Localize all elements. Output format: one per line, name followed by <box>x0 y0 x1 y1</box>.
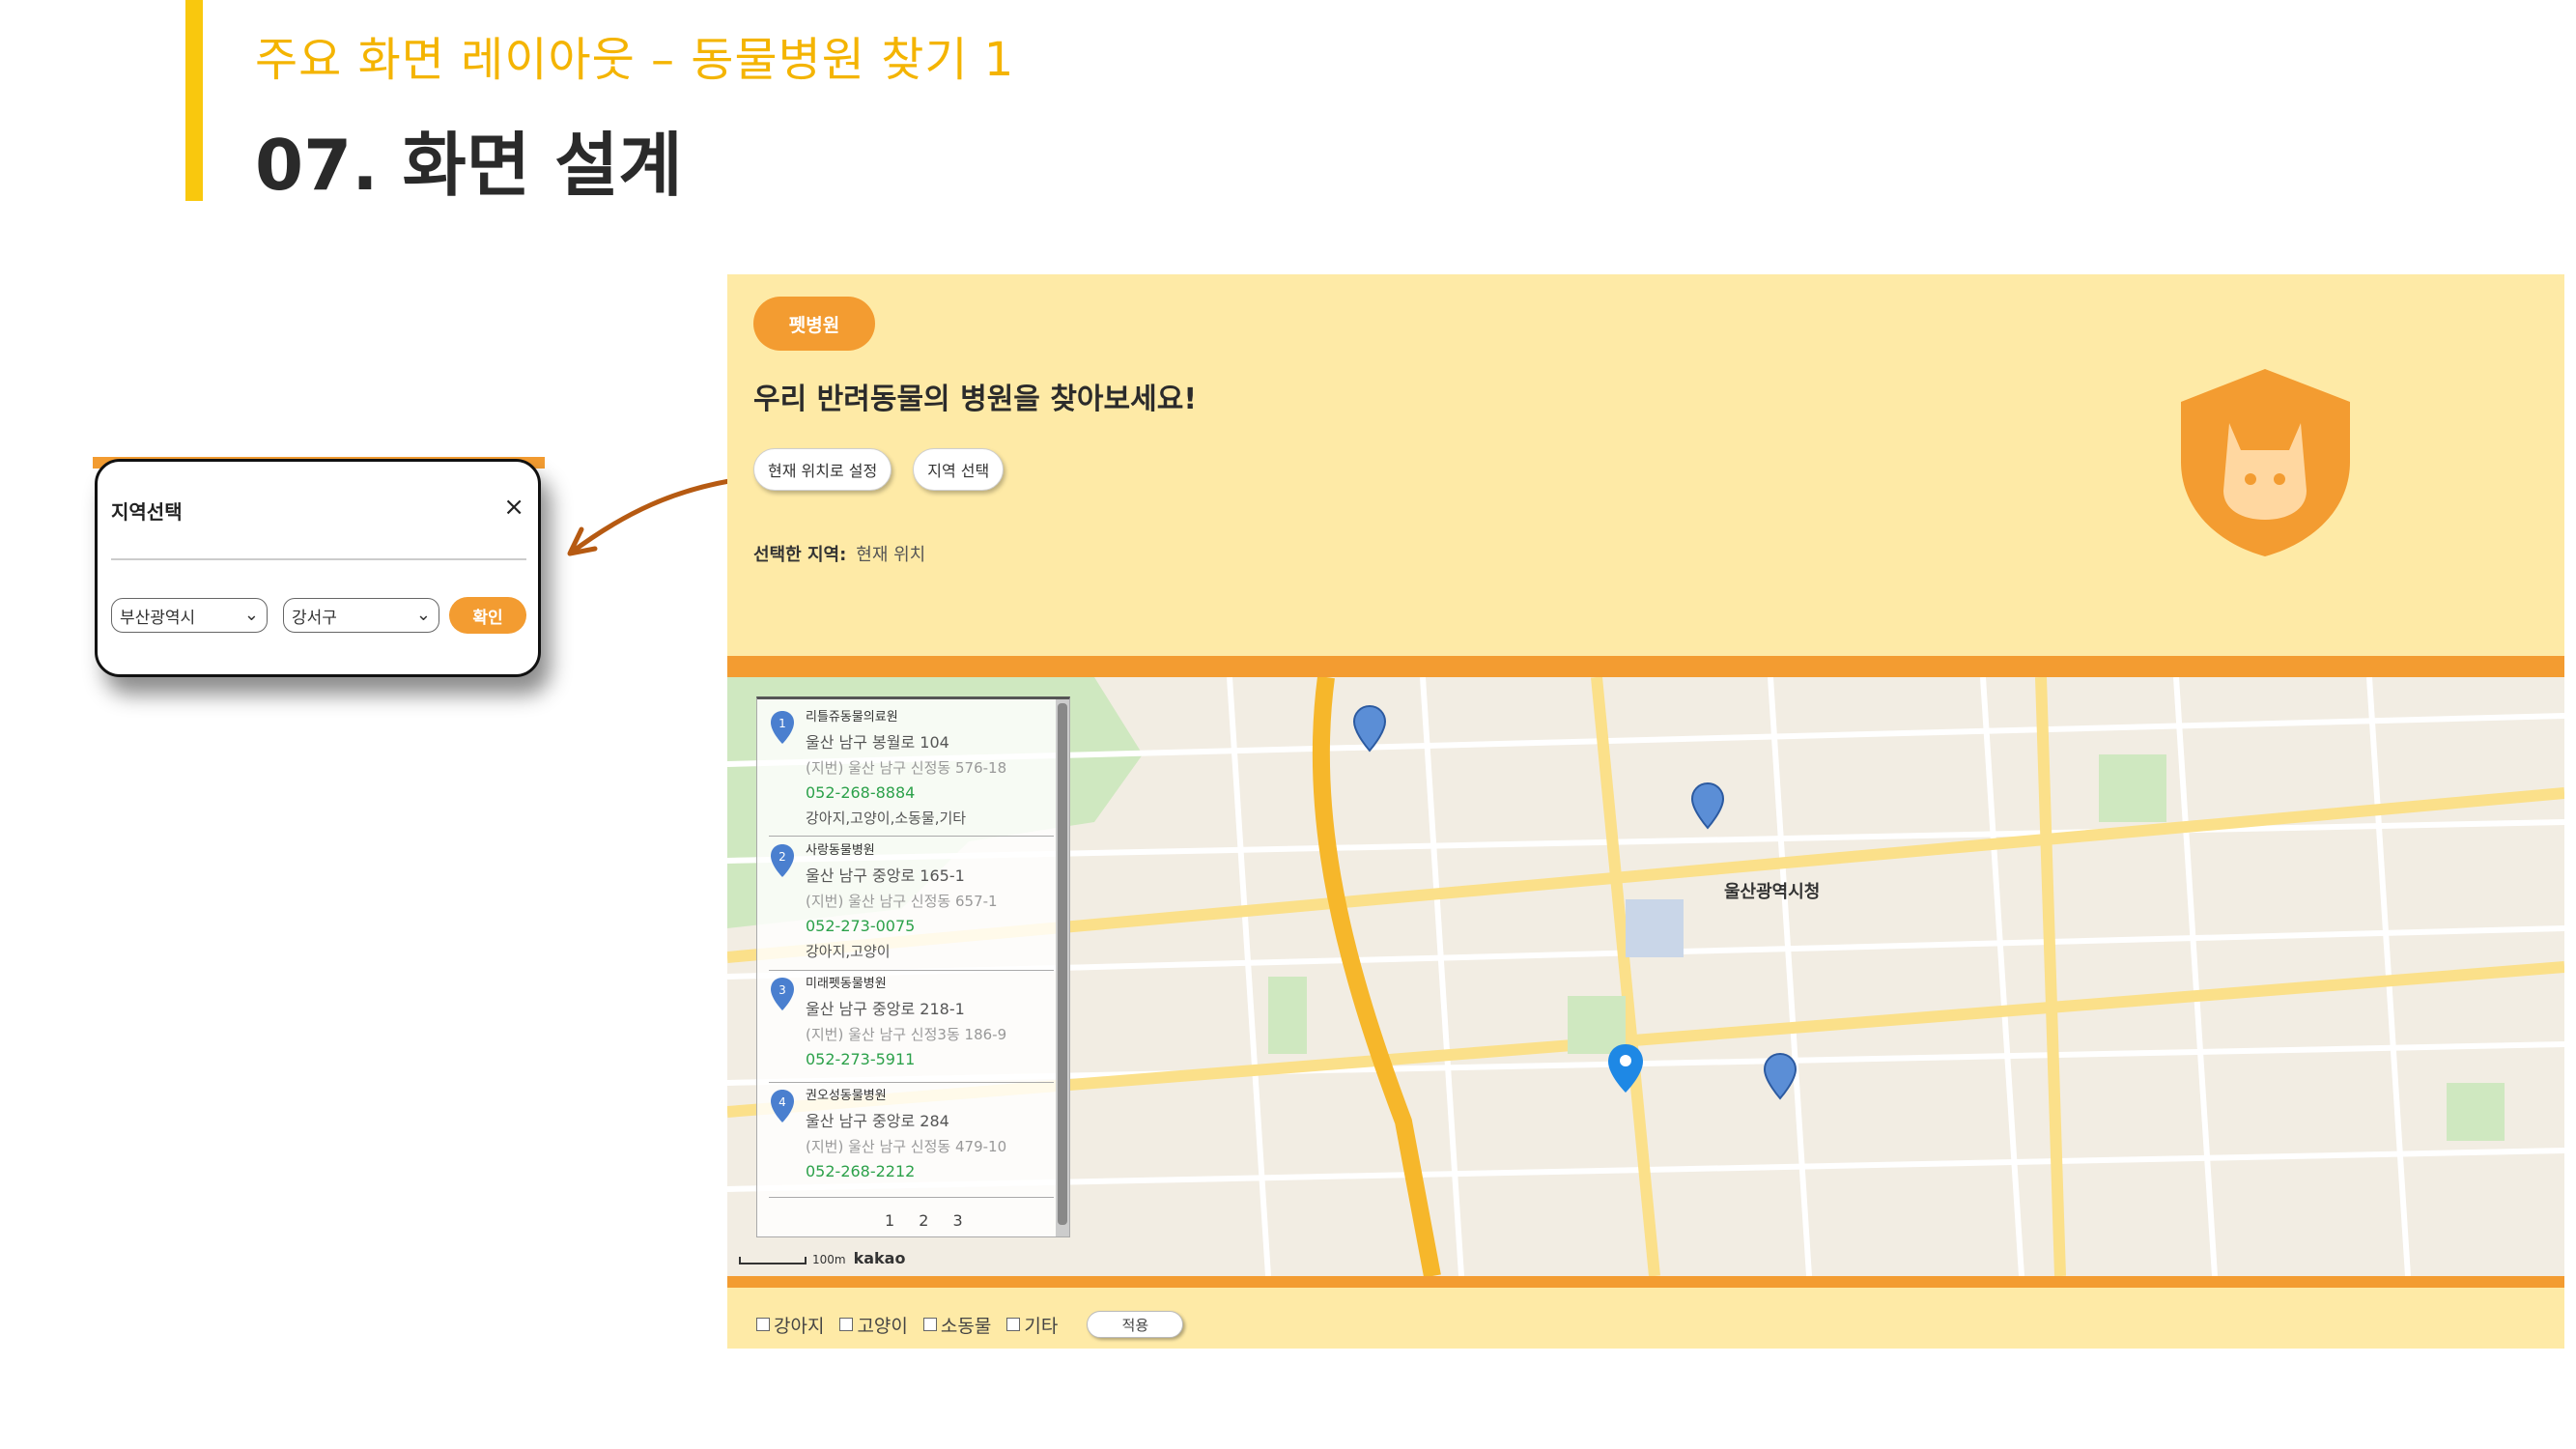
list-item[interactable]: 2 사랑동물병원 울산 남구 중앙로 165-1 (지번) 울산 남구 신정동 … <box>769 838 1049 964</box>
map-scale: 100m kakao <box>739 1249 905 1267</box>
marker-2-icon: 2 <box>769 842 796 879</box>
marker-3-icon: 3 <box>769 976 796 1012</box>
chevron-down-icon: ⌄ <box>415 605 431 625</box>
svg-text:3: 3 <box>778 983 786 997</box>
marker-4-icon: 4 <box>769 1088 796 1124</box>
kakao-logo: kakao <box>853 1249 906 1267</box>
modal-title: 지역선택 <box>111 500 183 524</box>
district-select[interactable]: 강서구 ⌄ <box>283 598 439 633</box>
svg-text:1: 1 <box>778 717 786 730</box>
app-headline: 우리 반려동물의 병원을 찾아보세요! <box>753 383 1198 416</box>
map-view[interactable]: 울산광역시청 100m kakao 1 리틀쥬동물의료원 울산 남구 봉월로 10… <box>727 677 2564 1276</box>
filter-other[interactable]: 기타 <box>1006 1312 1058 1338</box>
checkbox[interactable] <box>922 1318 937 1331</box>
close-icon[interactable]: × <box>503 493 524 522</box>
filter-dog[interactable]: 강아지 <box>756 1312 824 1338</box>
chevron-down-icon: ⌄ <box>243 605 259 625</box>
modal-divider <box>111 558 526 560</box>
list-scrollbar[interactable] <box>1056 699 1069 1236</box>
selected-region: 선택한 지역: 현재 위치 <box>753 541 925 566</box>
filter-bar: 강아지 고양이 소동물 기타 적용 <box>756 1311 1184 1338</box>
pagination[interactable]: 1 2 3 <box>885 1211 973 1230</box>
filter-small-animal[interactable]: 소동물 <box>922 1312 991 1338</box>
checkbox[interactable] <box>756 1318 770 1331</box>
orange-band-bottom <box>727 1276 2564 1288</box>
city-select-value: 부산광역시 <box>120 608 196 628</box>
city-select[interactable]: 부산광역시 ⌄ <box>111 598 268 633</box>
shield-cat-icon <box>2181 369 2350 556</box>
svg-text:2: 2 <box>778 850 786 864</box>
map-center-label: 울산광역시청 <box>1724 882 1820 902</box>
hospital-list[interactable]: 1 리틀쥬동물의료원 울산 남구 봉월로 104 (지번) 울산 남구 신정동 … <box>756 696 1070 1237</box>
list-item[interactable]: 3 미래펫동물병원 울산 남구 중앙로 218-1 (지번) 울산 남구 신정3… <box>769 972 1049 1072</box>
confirm-button[interactable]: 확인 <box>449 597 526 634</box>
list-item[interactable]: 1 리틀쥬동물의료원 울산 남구 봉월로 104 (지번) 울산 남구 신정동 … <box>769 705 1049 831</box>
region-modal: 지역선택 × 부산광역시 ⌄ 강서구 ⌄ 확인 <box>95 459 541 677</box>
select-region-button[interactable]: 지역 선택 <box>913 448 1005 491</box>
district-select-value: 강서구 <box>292 608 337 628</box>
list-item[interactable]: 4 권오성동물병원 울산 남구 중앙로 284 (지번) 울산 남구 신정동 4… <box>769 1084 1049 1184</box>
checkbox[interactable] <box>839 1318 854 1331</box>
slide-title: 07. 화면 설계 <box>255 125 683 206</box>
region-modal-callout: 지역선택 × 부산광역시 ⌄ 강서구 ⌄ 확인 <box>93 457 545 681</box>
apply-button[interactable]: 적용 <box>1087 1311 1184 1338</box>
slide-subtitle: 주요 화면 레이아웃 – 동물병원 찾기 1 <box>255 33 1015 87</box>
callout-arrow <box>567 478 730 556</box>
filter-cat[interactable]: 고양이 <box>839 1312 908 1338</box>
selected-region-label: 선택한 지역: <box>753 545 847 565</box>
current-location-button[interactable]: 현재 위치로 설정 <box>753 448 892 491</box>
marker-1-icon: 1 <box>769 709 796 746</box>
orange-band-top <box>727 656 2564 677</box>
app-logo[interactable]: 펫병원 <box>753 297 875 351</box>
checkbox[interactable] <box>1006 1318 1021 1331</box>
accent-bar <box>185 0 203 201</box>
app-screenshot: 펫병원 우리 반려동물의 병원을 찾아보세요! 현재 위치로 설정 지역 선택 … <box>727 274 2564 1349</box>
selected-region-value: 현재 위치 <box>856 545 926 565</box>
svg-text:4: 4 <box>778 1095 786 1109</box>
